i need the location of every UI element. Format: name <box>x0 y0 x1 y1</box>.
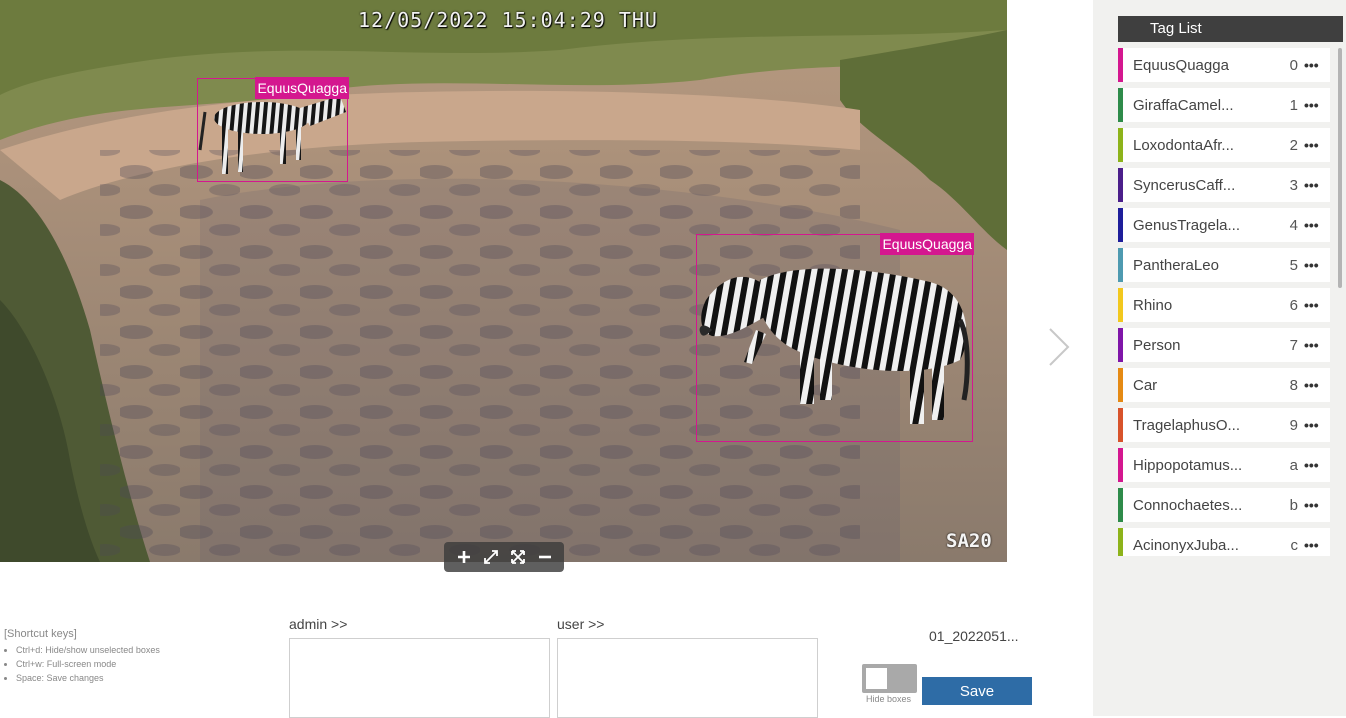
more-options-icon[interactable]: ••• <box>1304 417 1330 433</box>
tag-item[interactable]: GenusTragela... 4 ••• <box>1118 208 1330 242</box>
more-options-icon[interactable]: ••• <box>1304 497 1330 513</box>
tag-shortcut-key: 1 <box>1289 96 1298 114</box>
tag-shortcut-key: a <box>1289 456 1298 474</box>
tag-name: Connochaetes... <box>1133 496 1243 514</box>
tag-item[interactable]: Hippopotamus... a ••• <box>1118 448 1330 482</box>
tag-item[interactable]: LoxodontaAfr... 2 ••• <box>1118 128 1330 162</box>
shortcut-item: Space: Save changes <box>16 671 160 685</box>
tag-name: SyncerusCaff... <box>1133 176 1236 194</box>
tag-item[interactable]: PantheraLeo 5 ••• <box>1118 248 1330 282</box>
more-options-icon[interactable]: ••• <box>1304 257 1330 273</box>
expand-icon[interactable] <box>480 546 502 568</box>
tag-shortcut-key: 0 <box>1289 56 1298 74</box>
tag-name: GenusTragela... <box>1133 216 1240 234</box>
tag-shortcut-key: 9 <box>1289 416 1298 434</box>
tag-item[interactable]: EquusQuagga 0 ••• <box>1118 48 1330 82</box>
timestamp-overlay: 12/05/2022 15:04:29 THU <box>358 8 658 32</box>
tag-name: Person <box>1133 336 1181 354</box>
image-viewer[interactable]: 12/05/2022 15:04:29 THU SA20 EquusQuagga… <box>0 0 1007 562</box>
more-options-icon[interactable]: ••• <box>1304 137 1330 153</box>
hide-boxes-label: Hide boxes <box>866 694 912 704</box>
bounding-box-label: EquusQuagga <box>255 77 349 99</box>
tag-item[interactable]: Connochaetes... b ••• <box>1118 488 1330 522</box>
tag-shortcut-key: 4 <box>1289 216 1298 234</box>
bounding-box[interactable]: EquusQuagga <box>696 233 974 442</box>
tag-shortcut-key: 3 <box>1289 176 1298 194</box>
tag-name: GiraffaCamel... <box>1133 96 1234 114</box>
plus-icon[interactable] <box>453 546 475 568</box>
next-image-chevron-icon[interactable] <box>1044 326 1074 368</box>
tag-name: EquusQuagga <box>1133 56 1229 74</box>
tag-list-title: Tag List <box>1118 16 1343 42</box>
admin-note-label: admin >> <box>289 616 348 632</box>
tag-name: AcinonyxJuba... <box>1133 536 1239 554</box>
tag-name: Rhino <box>1133 296 1173 314</box>
shortcut-keys-help: [Shortcut keys] Ctrl+d: Hide/show unsele… <box>4 628 160 685</box>
tag-shortcut-key: b <box>1289 496 1298 514</box>
save-button[interactable]: Save <box>922 677 1032 705</box>
tag-item[interactable]: SyncerusCaff... 3 ••• <box>1118 168 1330 202</box>
tag-shortcut-key: 2 <box>1289 136 1298 154</box>
tag-shortcut-key: 5 <box>1289 256 1298 274</box>
minus-icon[interactable] <box>534 546 556 568</box>
tag-name: Car <box>1133 376 1158 394</box>
shortcut-item: Ctrl+d: Hide/show unselected boxes <box>16 643 160 657</box>
more-options-icon[interactable]: ••• <box>1304 337 1330 353</box>
tag-shortcut-key: 6 <box>1289 296 1298 314</box>
toggle-knob <box>866 668 887 689</box>
tag-item[interactable]: Car 8 ••• <box>1118 368 1330 402</box>
tag-list-panel: Tag List EquusQuagga 0 ••• GiraffaCamel... 1… <box>1093 0 1346 716</box>
tag-shortcut-key: c <box>1290 536 1299 554</box>
tag-item[interactable]: GiraffaCamel... 1 ••• <box>1118 88 1330 122</box>
tag-name: TragelaphusO... <box>1133 416 1240 434</box>
more-options-icon[interactable]: ••• <box>1304 377 1330 393</box>
user-note-label: user >> <box>557 616 605 632</box>
shortcut-item: Ctrl+w: Full-screen mode <box>16 657 160 671</box>
tag-name: LoxodontaAfr... <box>1133 136 1234 154</box>
tag-name: PantheraLeo <box>1133 256 1219 274</box>
file-name: 01_2022051... <box>929 628 1019 644</box>
bounding-box[interactable]: EquusQuagga <box>197 77 349 182</box>
tag-item[interactable]: TragelaphusO... 9 ••• <box>1118 408 1330 442</box>
tag-shortcut-key: 7 <box>1289 336 1298 354</box>
tag-item[interactable]: Person 7 ••• <box>1118 328 1330 362</box>
more-options-icon[interactable]: ••• <box>1304 537 1330 553</box>
admin-note-field[interactable] <box>289 638 550 718</box>
tag-list: EquusQuagga 0 ••• GiraffaCamel... 1 ••• Loxodo… <box>1118 48 1330 556</box>
camera-id-overlay: SA20 <box>946 530 992 552</box>
scrollbar[interactable] <box>1338 48 1342 288</box>
more-options-icon[interactable]: ••• <box>1304 457 1330 473</box>
hide-boxes-toggle[interactable] <box>862 664 917 693</box>
more-options-icon[interactable]: ••• <box>1304 97 1330 113</box>
tag-name: Hippopotamus... <box>1133 456 1243 474</box>
user-note-field[interactable] <box>557 638 818 718</box>
tag-item[interactable]: AcinonyxJuba... c ••• <box>1118 528 1330 556</box>
more-options-icon[interactable]: ••• <box>1304 217 1330 233</box>
tag-shortcut-key: 8 <box>1289 376 1298 394</box>
bounding-box-label: EquusQuagga <box>880 233 974 255</box>
more-options-icon[interactable]: ••• <box>1304 57 1330 73</box>
zoom-toolbar <box>444 542 564 572</box>
shortcut-keys-title: [Shortcut keys] <box>4 628 77 640</box>
more-options-icon[interactable]: ••• <box>1304 297 1330 313</box>
more-options-icon[interactable]: ••• <box>1304 177 1330 193</box>
fullscreen-icon[interactable] <box>507 546 529 568</box>
tag-item[interactable]: Rhino 6 ••• <box>1118 288 1330 322</box>
